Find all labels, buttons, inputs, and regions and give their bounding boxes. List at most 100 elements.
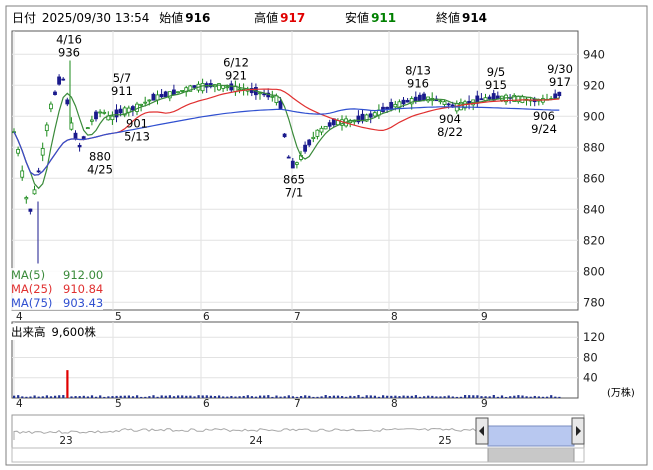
- volume-bar: [136, 395, 139, 398]
- candle-body: [294, 162, 299, 165]
- candle-body: [171, 89, 176, 96]
- volume-bar: [49, 396, 53, 398]
- candle-body: [102, 111, 107, 114]
- volume-bar: [373, 395, 376, 398]
- volume-bar: [435, 396, 438, 398]
- price-tick-label: 860: [583, 171, 605, 185]
- volume-bar: [242, 395, 245, 398]
- volume-bar: [308, 395, 311, 398]
- candle-body: [44, 124, 49, 132]
- candle-body: [40, 148, 45, 156]
- volume-bar: [164, 395, 167, 398]
- candle-body: [327, 122, 332, 127]
- volume-bar: [62, 395, 65, 398]
- stock-chart-svg: 4/169368804/255/79119015/136/129218657/1…: [5, 5, 648, 466]
- volume-bar: [529, 396, 532, 398]
- volume-bar: [222, 396, 225, 398]
- volume-bar: [386, 395, 389, 398]
- candle-body: [61, 78, 66, 81]
- volume-bar: [496, 396, 499, 398]
- annotation-date: 7/1: [285, 186, 304, 200]
- candle-body: [73, 132, 78, 140]
- candle-body: [393, 103, 398, 108]
- candle-body: [278, 100, 283, 109]
- candle-body: [442, 101, 447, 105]
- volume-bar: [369, 395, 372, 398]
- volume-bar: [402, 395, 405, 398]
- volume-bar: [267, 395, 270, 398]
- volume-bar: [140, 396, 143, 398]
- volume-bar: [271, 396, 274, 398]
- volume-bar: [394, 395, 397, 398]
- volume-bar: [78, 396, 81, 398]
- volume-bar: [156, 396, 159, 398]
- volume-bar: [488, 396, 491, 398]
- volume-bar: [82, 395, 85, 398]
- volume-bar: [177, 395, 180, 398]
- volume-label: 出来高: [11, 325, 46, 339]
- annotation-value: 865: [283, 173, 305, 187]
- month-tick-label: 8: [391, 311, 398, 323]
- volume-bar: [263, 395, 266, 398]
- annotation-value: 911: [111, 84, 133, 98]
- candle-body: [163, 91, 168, 98]
- candle-body: [495, 95, 500, 100]
- month-tick-label: 5: [115, 311, 122, 323]
- candle-body: [446, 103, 451, 106]
- volume-bar: [300, 396, 303, 398]
- candle-body: [389, 102, 394, 110]
- navigator-year-label: 25: [438, 435, 451, 447]
- volume-bar: [525, 396, 528, 398]
- candle-body: [368, 113, 373, 118]
- volume-bar: [509, 396, 512, 398]
- month-tick-label: 7: [294, 398, 301, 410]
- volume-bar: [58, 395, 61, 398]
- volume-bar: [291, 396, 294, 398]
- annotation-value: 916: [407, 76, 429, 90]
- candle-body: [180, 90, 185, 92]
- annotation-date: 5/13: [124, 130, 150, 144]
- volume-bar: [328, 396, 331, 398]
- volume-bar: [336, 395, 340, 398]
- volume-bar: [201, 395, 204, 398]
- candle-body: [147, 99, 152, 102]
- volume-bar: [513, 395, 516, 398]
- volume-bar: [459, 396, 463, 398]
- volume-bar: [226, 396, 229, 398]
- volume-bar: [193, 396, 196, 398]
- candle-body: [20, 170, 25, 178]
- candle-body: [315, 129, 320, 137]
- volume-bar: [172, 396, 176, 398]
- volume-bar: [480, 396, 483, 398]
- volume-bar: [234, 396, 237, 398]
- volume-bar: [320, 396, 323, 398]
- volume-bar: [353, 396, 356, 398]
- volume-bar: [410, 395, 413, 398]
- navigator-scrollbar-thumb: [487, 447, 575, 463]
- ma75-value: 903.43: [63, 296, 104, 310]
- volume-bar: [295, 396, 299, 398]
- candle-body: [286, 156, 291, 159]
- volume-bar: [349, 395, 352, 398]
- volume-unit: (万株): [607, 388, 635, 399]
- volume-bar: [443, 396, 446, 398]
- volume-bar: [41, 396, 44, 398]
- price-tick-label: 940: [583, 47, 605, 61]
- month-tick-label: 6: [203, 398, 210, 410]
- annotation-date: 4/16: [56, 32, 82, 46]
- month-tick-label: 5: [115, 398, 122, 410]
- volume-bar: [185, 395, 188, 398]
- ma25-label: MA(25): [11, 282, 53, 296]
- candle-body: [479, 98, 484, 101]
- annotation-value: 936: [58, 45, 80, 59]
- volume-bar: [439, 396, 442, 398]
- candle-body: [110, 115, 115, 121]
- candle-body: [237, 88, 242, 91]
- month-tick-label: 9: [481, 398, 488, 410]
- range-navigator[interactable]: 23 24 25: [11, 414, 585, 463]
- candle-body: [77, 144, 82, 148]
- volume-bar: [406, 395, 409, 398]
- annotation-date: 9/24: [531, 122, 557, 136]
- volume-bar: [152, 395, 155, 398]
- ma75-label: MA(75): [11, 296, 53, 310]
